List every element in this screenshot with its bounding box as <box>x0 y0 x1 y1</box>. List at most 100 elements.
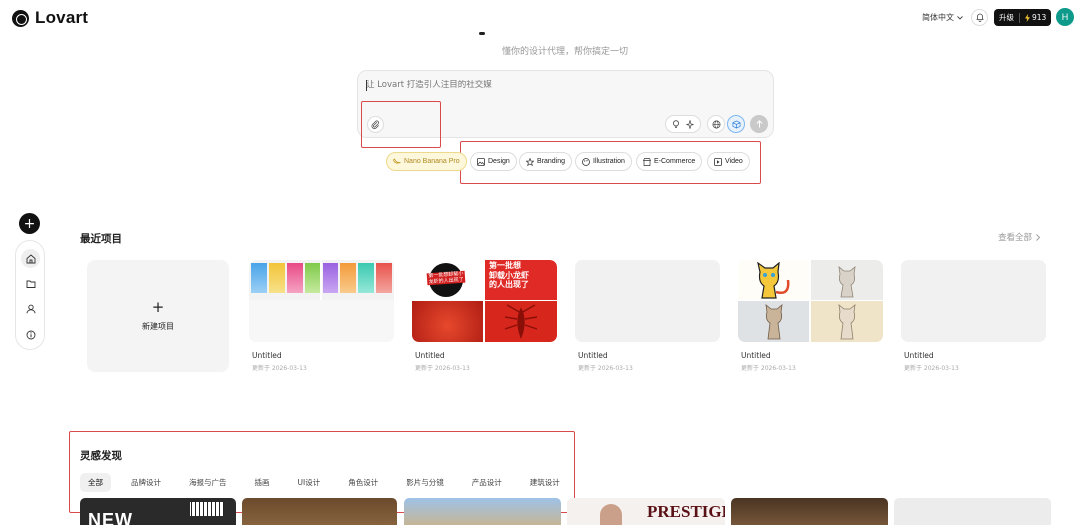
tab-ui-design[interactable]: UI设计 <box>290 473 329 492</box>
language-label: 简体中文 <box>922 13 954 22</box>
chip-label: Video <box>725 158 743 165</box>
rail-projects[interactable] <box>21 274 40 293</box>
project-thumbnail <box>738 260 883 342</box>
language-selector[interactable]: 简体中文 <box>922 12 963 23</box>
upgrade-label: 升级 <box>999 13 1014 22</box>
tab-architecture[interactable]: 建筑设计 <box>522 473 568 492</box>
project-date: 更新于 2026-03-13 <box>415 365 470 372</box>
chip-label: E-Commerce <box>654 158 696 165</box>
project-card[interactable]: Untitled 更新于 2026-03-13 <box>249 260 394 378</box>
project-name: Untitled <box>904 351 934 360</box>
chip-ecommerce[interactable]: E-Commerce <box>636 152 703 171</box>
portrait-graphic <box>600 504 622 525</box>
gallery-item[interactable]: NEW <box>80 498 236 525</box>
chip-label: Branding <box>537 158 566 165</box>
rail-profile[interactable] <box>21 299 40 318</box>
project-date: 更新于 2026-03-13 <box>741 365 796 372</box>
chevron-down-icon <box>957 15 963 20</box>
info-icon <box>26 330 35 339</box>
chip-label: Nano Banana Pro <box>404 158 460 165</box>
chip-label: Illustration <box>593 158 625 165</box>
cube-mode-button[interactable] <box>727 115 745 133</box>
project-thumbnail <box>249 260 394 342</box>
arrow-up-icon <box>755 120 763 128</box>
tab-film-storyboard[interactable]: 影片与分镜 <box>398 473 452 492</box>
project-date: 更新于 2026-03-13 <box>578 365 633 372</box>
avatar-initial: H <box>1061 12 1069 22</box>
mode-toggle-group <box>665 115 701 133</box>
tab-all[interactable]: 全部 <box>80 473 111 492</box>
chevron-right-icon <box>1036 233 1041 241</box>
store-icon <box>643 157 651 166</box>
banana-icon <box>393 158 401 164</box>
web-search-button[interactable] <box>707 115 725 133</box>
discover-title: 灵感发现 <box>80 450 122 462</box>
globe-icon <box>712 120 720 128</box>
star-icon <box>526 157 534 166</box>
user-avatar[interactable]: H <box>1056 8 1074 26</box>
cat-photo-icon <box>765 304 783 340</box>
gallery-item[interactable] <box>731 498 888 525</box>
send-button[interactable] <box>750 115 768 133</box>
chip-nano-banana[interactable]: Nano Banana Pro <box>386 152 467 171</box>
chip-video[interactable]: Video <box>707 152 750 171</box>
project-card[interactable]: Untitled 更新于 2026-03-13 <box>901 260 1046 378</box>
side-rail <box>15 240 45 350</box>
hero-subtitle: 懂你的设计代理，帮你搞定一切 <box>501 47 628 57</box>
crayfish-illustration <box>504 304 538 339</box>
project-name: Untitled <box>741 351 771 360</box>
lightbulb-icon[interactable] <box>672 119 680 129</box>
project-date: 更新于 2026-03-13 <box>252 365 307 372</box>
chip-illustration[interactable]: Illustration <box>575 152 632 171</box>
chip-label: Design <box>488 158 510 165</box>
discover-tabs: 全部 品牌设计 海报与广告 插画 UI设计 角色设计 影片与分镜 产品设计 建筑… <box>80 473 580 492</box>
lightning-icon <box>1025 13 1030 22</box>
project-thumbnail <box>901 260 1046 342</box>
cat-photo-icon <box>838 304 856 340</box>
image-icon <box>477 157 485 166</box>
plus-icon: + <box>23 215 36 232</box>
sparkle-icon[interactable] <box>686 119 694 129</box>
palette-icon <box>582 157 590 166</box>
project-card[interactable]: Untitled 更新于 2026-03-13 <box>575 260 720 378</box>
gallery-item[interactable] <box>242 498 397 525</box>
chip-branding[interactable]: Branding <box>519 152 573 171</box>
poster-headline-line: 卸载小龙虾 <box>489 270 529 280</box>
tab-brand-design[interactable]: 品牌设计 <box>123 473 169 492</box>
credits-badge: 913 <box>1025 13 1046 22</box>
new-project-card[interactable]: + 新建项目 <box>87 260 229 372</box>
tab-character-design[interactable]: 角色设计 <box>340 473 386 492</box>
tab-product-design[interactable]: 产品设计 <box>464 473 510 492</box>
cat-illustration <box>757 262 790 299</box>
rail-info[interactable] <box>21 325 40 344</box>
tab-illustration[interactable]: 插画 <box>247 473 278 492</box>
plus-icon: + <box>151 298 165 316</box>
cube-icon <box>732 119 740 129</box>
project-name: Untitled <box>578 351 608 360</box>
gallery-item[interactable] <box>404 498 561 525</box>
highlight-attach <box>361 101 441 148</box>
chip-design[interactable]: Design <box>470 152 517 171</box>
see-all-link[interactable]: 查看全部 <box>998 231 1041 243</box>
barcode-graphic <box>190 502 224 516</box>
new-button[interactable]: + <box>19 213 40 234</box>
project-card[interactable]: Untitled 更新于 2026-03-13 <box>738 260 883 378</box>
poster-headline-line: 的人出现了 <box>489 280 529 290</box>
recent-projects-title: 最近项目 <box>80 233 122 245</box>
upgrade-button[interactable]: 升级 913 <box>994 9 1052 26</box>
gallery-item[interactable]: PRESTIGE <box>567 498 725 525</box>
brand-name: Lovart <box>35 8 89 27</box>
bell-icon <box>975 13 984 22</box>
prompt-input[interactable] <box>366 80 746 90</box>
lovart-logo-icon <box>12 9 29 27</box>
rail-home[interactable] <box>21 249 40 268</box>
project-card[interactable]: 第一批想卸载小龙虾的人出现了 第一批想 卸载小龙虾 的人出现了 Untitled… <box>412 260 557 378</box>
gallery-item[interactable] <box>894 498 1051 525</box>
new-project-label: 新建项目 <box>142 322 174 331</box>
project-thumbnail <box>575 260 720 342</box>
brand-logo[interactable]: Lovart <box>12 8 88 28</box>
project-thumbnail: 第一批想卸载小龙虾的人出现了 第一批想 卸载小龙虾 的人出现了 <box>412 260 557 342</box>
tab-poster-ads[interactable]: 海报与广告 <box>181 473 235 492</box>
credits-count: 913 <box>1032 13 1047 22</box>
notification-button[interactable] <box>971 9 988 26</box>
